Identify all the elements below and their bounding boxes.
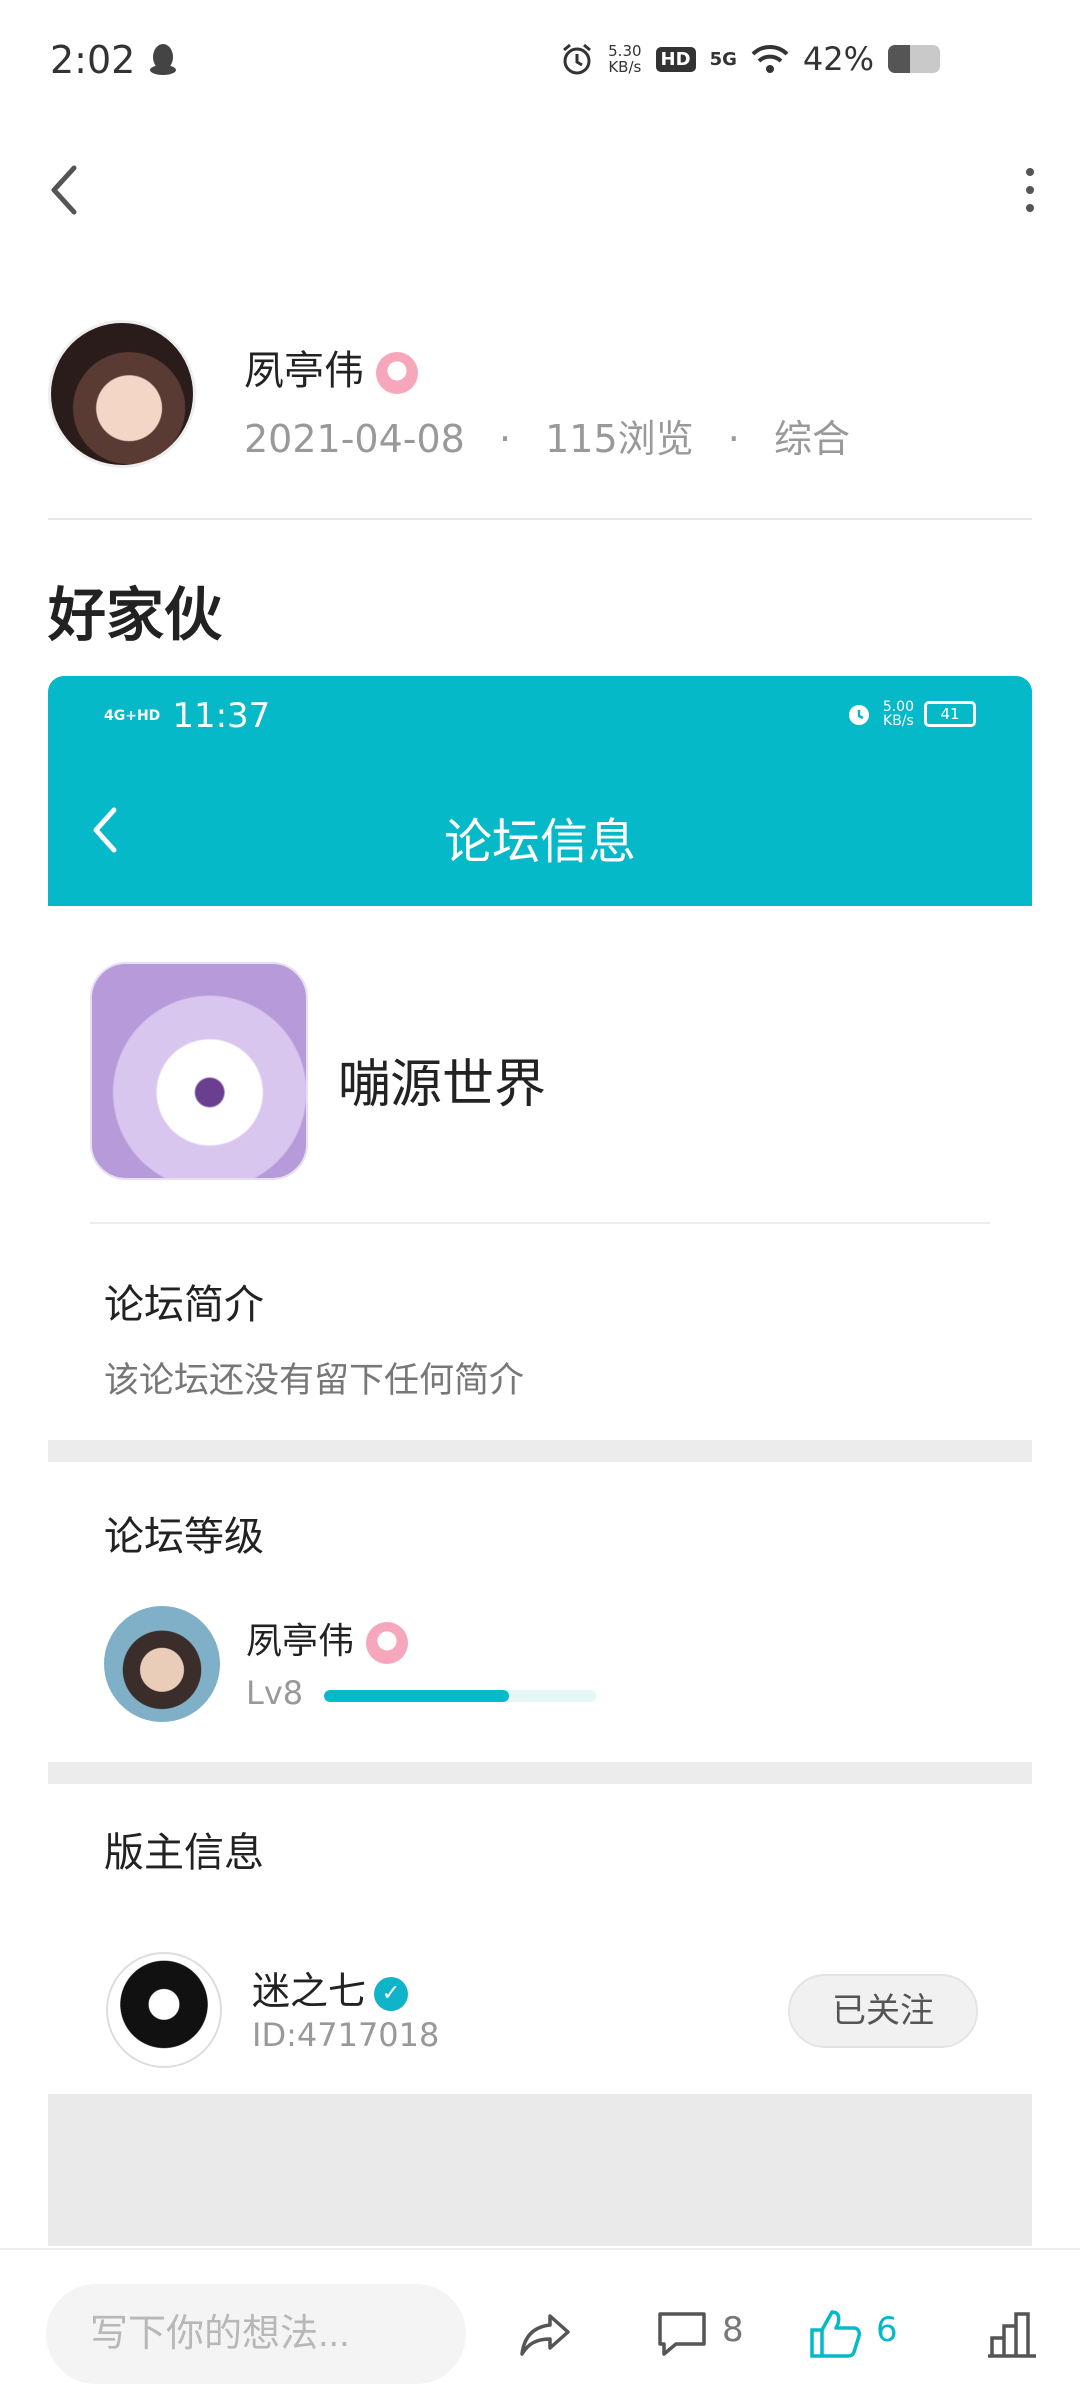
embedded-battery: 41: [924, 701, 976, 727]
post-title: 好家伙: [48, 581, 223, 649]
moderator-id: ID:4717018: [252, 2016, 440, 2054]
moderator-title: 版主信息: [104, 1830, 264, 1876]
level-progress-bar: [324, 1690, 596, 1702]
net-speed: 5.30 KB/s: [608, 42, 642, 76]
wifi-icon: [751, 44, 789, 73]
follow-button: 已关注: [788, 1974, 978, 2048]
network-type: 5G: [709, 48, 737, 70]
embedded-time: 11:37: [172, 696, 271, 736]
comment-count: 8: [722, 2310, 744, 2350]
embedded-status-left: 4G+HD 11:37: [104, 696, 270, 736]
post-author: 夙亭伟 2021-04-08 · 115浏览 · 综合: [48, 320, 1038, 520]
status-bar: 2:02 5.30 KB/s HD 5G 42%: [0, 0, 1080, 120]
moderator-avatar: [106, 1952, 222, 2068]
post-views: 115浏览: [545, 417, 694, 461]
section-gap: [48, 1440, 1032, 1462]
level-user-avatar: [104, 1606, 220, 1722]
share-icon[interactable]: [518, 2308, 574, 2360]
forum-name: 嘣源世界: [338, 1055, 547, 1115]
qq-penguin-icon: [150, 44, 176, 75]
post-image[interactable]: 4G+HD 11:37 5.00 KB/s 41 论坛信息 嘣源世界 论坛简介 …: [48, 676, 1032, 2246]
level-title: 论坛等级: [104, 1514, 264, 1560]
like-icon[interactable]: [808, 2308, 864, 2360]
hd-badge: HD: [655, 46, 696, 72]
member-badge-icon: [376, 352, 418, 394]
section-gap: [48, 1762, 1032, 1784]
embedded-status-right: 5.00 KB/s 41: [845, 700, 976, 728]
embedded-header: 4G+HD 11:37 5.00 KB/s 41 论坛信息: [48, 676, 1032, 906]
bottom-action-bar: 8 6: [0, 2248, 1080, 2408]
ranking-icon[interactable]: [984, 2308, 1040, 2360]
level-label: Lv8: [246, 1674, 304, 1712]
intro-text: 该论坛还没有留下任何简介: [104, 1361, 525, 1401]
level-user-name: 夙亭伟: [246, 1612, 409, 1664]
alarm-icon: [848, 705, 869, 725]
comment-icon[interactable]: [654, 2308, 710, 2360]
member-badge-icon: [366, 1622, 409, 1664]
alarm-icon: [563, 43, 592, 75]
author-avatar[interactable]: [48, 320, 196, 468]
embedded-signal: 4G+HD: [104, 708, 161, 724]
divider: [48, 518, 1032, 520]
status-time: 2:02: [50, 38, 136, 82]
embedded-net-speed: 5.00 KB/s: [882, 699, 914, 729]
back-arrow-icon[interactable]: [40, 160, 90, 220]
verified-icon: ✓: [374, 1976, 409, 2011]
like-count: 6: [876, 2310, 898, 2350]
divider: [90, 1222, 990, 1224]
status-icons: 5.30 KB/s HD 5G 42%: [560, 40, 940, 78]
top-nav: [0, 140, 1080, 240]
intro-title: 论坛简介: [104, 1282, 264, 1328]
more-options-icon[interactable]: [1010, 160, 1050, 220]
embedded-bottom-area: [48, 2094, 1032, 2246]
moderator-name: 迷之七 ✓: [252, 1960, 409, 2015]
embedded-header-title: 论坛信息: [443, 814, 636, 870]
battery-icon: [888, 45, 940, 73]
battery-percent: 42%: [802, 40, 874, 78]
post-date: 2021-04-08: [244, 417, 465, 461]
forum-icon: [90, 962, 308, 1180]
comment-input[interactable]: [46, 2284, 466, 2384]
post-category[interactable]: 综合: [774, 417, 850, 461]
author-name[interactable]: 夙亭伟: [244, 338, 418, 396]
post-meta: 2021-04-08 · 115浏览 · 综合: [244, 417, 850, 461]
